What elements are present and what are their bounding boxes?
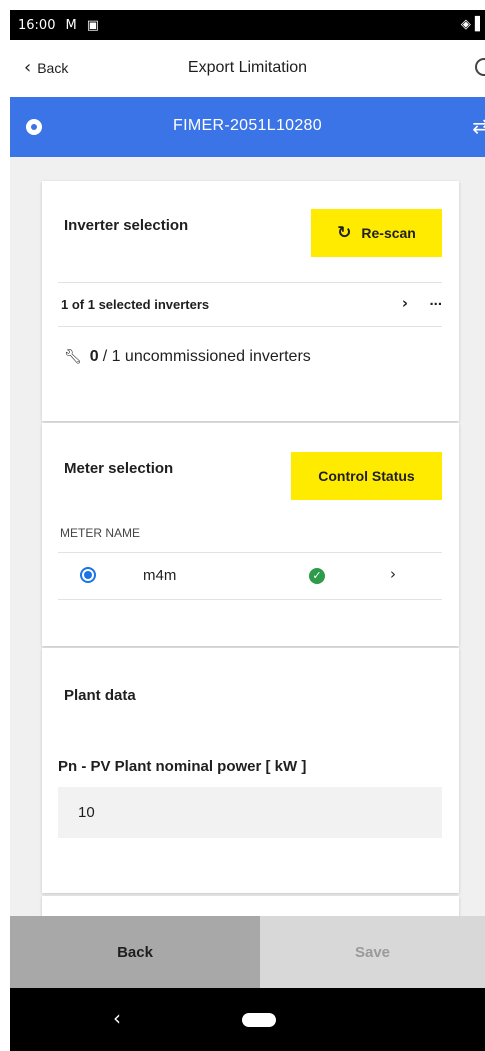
system-nav-bar: ‹: [10, 988, 485, 1051]
refresh-icon: ↻: [337, 223, 352, 243]
device-bar: FIMER-2051L10280 ⇄: [10, 97, 485, 157]
chevron-right-icon: ›: [401, 294, 408, 312]
plant-data-card: Plant data Pn - PV Plant nominal power […: [42, 648, 459, 893]
status-time: 16:00: [18, 17, 56, 33]
app-screen: 16:00 M ▣ ◈ ▌ ‹ Back Export Limitation F…: [10, 10, 485, 1051]
selected-inverters-row[interactable]: 1 of 1 selected inverters › ...: [58, 282, 442, 326]
title-bar: ‹ Back Export Limitation: [10, 40, 485, 97]
save-button[interactable]: Save: [260, 916, 485, 988]
divider: [58, 326, 442, 327]
meter-selection-card: Meter selection Control Status METER NAM…: [42, 423, 459, 646]
status-bar: 16:00 M ▣ ◈ ▌: [10, 10, 485, 40]
meter-name-column-header: METER NAME: [60, 526, 141, 540]
inverter-selection-title: Inverter selection: [64, 217, 189, 234]
meter-row[interactable]: m4m ✓ ›: [58, 553, 442, 599]
meter-selection-title: Meter selection: [64, 460, 174, 477]
meter-radio-button[interactable]: [80, 567, 96, 583]
inverter-selection-card: Inverter selection ↻ Re-scan 1 of 1 sele…: [42, 181, 459, 421]
wrench-icon: 🔧︎: [64, 349, 82, 365]
check-circle-icon: ✓: [309, 568, 325, 584]
bottom-action-bar: Back Save: [10, 916, 485, 988]
vibrate-icon: ◈ ▌: [460, 17, 485, 32]
uncommissioned-text: / 1 uncommissioned inverters: [102, 348, 311, 365]
more-options-icon[interactable]: ...: [429, 292, 442, 309]
content-area[interactable]: Inverter selection ↻ Re-scan 1 of 1 sele…: [10, 157, 485, 916]
back-button[interactable]: Back: [10, 916, 260, 988]
selected-inverters-text: 1 of 1 selected inverters: [61, 296, 210, 312]
meter-name: m4m: [143, 567, 177, 584]
plant-data-title: Plant data: [64, 687, 136, 704]
rescan-label: Re-scan: [361, 225, 416, 241]
pn-label: Pn - PV Plant nominal power [ kW ]: [58, 758, 307, 775]
pn-input[interactable]: [58, 787, 442, 838]
gmail-icon: M: [65, 17, 77, 33]
chevron-right-icon: ›: [390, 565, 396, 583]
nav-home-icon[interactable]: [242, 1013, 276, 1027]
control-status-button[interactable]: Control Status: [291, 452, 442, 500]
sim-card-icon: ▣: [86, 17, 99, 33]
device-name: FIMER-2051L10280: [173, 117, 322, 134]
rescan-button[interactable]: ↻ Re-scan: [311, 209, 442, 257]
uncommissioned-inverters: 🔧︎ 0 / 1 uncommissioned inverters: [64, 348, 311, 366]
swap-device-icon[interactable]: ⇄: [472, 114, 485, 138]
uncommissioned-count: 0: [89, 348, 99, 365]
next-card: [42, 896, 459, 916]
page-title: Export Limitation: [187, 59, 308, 76]
nav-back-icon[interactable]: ‹: [113, 1006, 121, 1030]
divider: [58, 599, 442, 600]
